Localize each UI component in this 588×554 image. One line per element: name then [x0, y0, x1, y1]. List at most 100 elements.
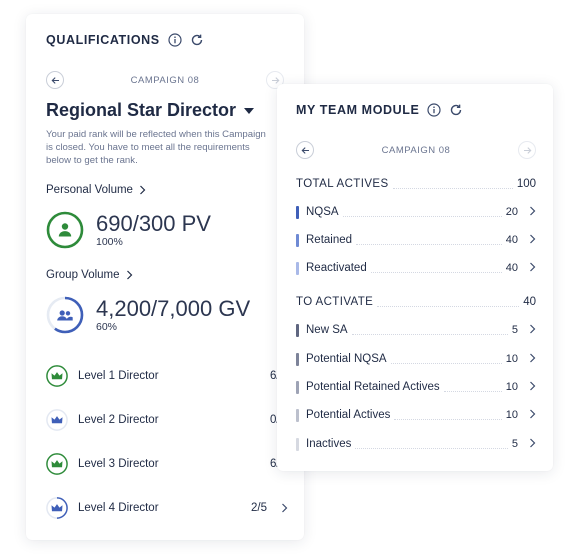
- series-color-bar: [296, 437, 299, 451]
- personal-volume-progress-ring: [46, 211, 84, 249]
- campaign-label: CAMPAIGN 08: [130, 74, 200, 86]
- to-activate-row: TO ACTIVATE 40: [296, 293, 536, 311]
- team-row-label: Potential Retained Actives: [306, 381, 440, 393]
- team-row-value: 5: [511, 324, 518, 336]
- crown-icon: [46, 409, 68, 431]
- total-actives-label: TOTAL ACTIVES: [296, 178, 389, 190]
- level-row[interactable]: Level 1 Director 6/5: [46, 363, 286, 389]
- dotted-leader: [392, 180, 513, 189]
- total-actives-row: TOTAL ACTIVES 100: [296, 175, 536, 193]
- level-label: Level 3 Director: [78, 458, 159, 470]
- dotted-leader: [351, 326, 508, 335]
- series-color-bar: [296, 261, 299, 275]
- personal-volume-label: Personal Volume: [46, 184, 133, 196]
- team-row-value: 10: [505, 381, 518, 393]
- team-row-value: 40: [505, 234, 518, 246]
- arrow-right-icon: [271, 76, 279, 84]
- team-row[interactable]: Retained 40: [296, 231, 536, 249]
- rank-dropdown[interactable]: Regional Star Director: [46, 100, 255, 121]
- qualifications-card: QUALIFICATIONS CAMPAIGN 08 Regional Star…: [26, 14, 304, 540]
- group-volume-link[interactable]: Group Volume: [46, 269, 133, 281]
- group-volume-label: Group Volume: [46, 269, 120, 281]
- dotted-leader: [370, 264, 502, 273]
- team-row-label: NQSA: [306, 206, 339, 218]
- series-color-bar: [296, 233, 299, 247]
- dotted-leader: [342, 208, 502, 217]
- campaign-selector: CAMPAIGN 08: [296, 141, 536, 159]
- chevron-right-icon: [126, 270, 132, 280]
- to-activate-value: 40: [523, 296, 536, 308]
- arrow-right-icon: [523, 146, 531, 154]
- qualifications-title: QUALIFICATIONS: [46, 33, 160, 47]
- personal-volume-link[interactable]: Personal Volume: [46, 184, 146, 196]
- team-row[interactable]: Inactives 5: [296, 435, 536, 453]
- dotted-leader: [443, 383, 502, 392]
- personal-volume-row: 690/300 PV 100%: [46, 211, 211, 249]
- rank-title: Regional Star Director: [46, 100, 237, 120]
- chevron-right-icon: [140, 185, 146, 195]
- campaign-label: CAMPAIGN 08: [381, 144, 451, 156]
- personal-volume-percent: 100%: [96, 236, 123, 248]
- dotted-leader: [356, 236, 502, 245]
- level-count: 2/5: [251, 502, 267, 514]
- team-row[interactable]: Reactivated 40: [296, 259, 536, 277]
- to-activate-label: TO ACTIVATE: [296, 296, 374, 308]
- team-row[interactable]: Potential Actives 10: [296, 406, 536, 424]
- team-row-label: Potential NQSA: [306, 353, 387, 365]
- chevron-right-icon: [522, 378, 536, 396]
- level-label: Level 2 Director: [78, 414, 159, 426]
- team-module-card: MY TEAM MODULE CAMPAIGN 08 TOTAL ACTIVES…: [277, 84, 553, 471]
- level-label: Level 4 Director: [78, 502, 159, 514]
- group-volume-value: 4,200/7,000 GV: [96, 296, 251, 321]
- next-campaign-button[interactable]: [518, 141, 536, 159]
- group-volume-percent: 60%: [96, 321, 118, 333]
- level-row[interactable]: Level 4 Director 2/5: [46, 495, 288, 521]
- dotted-leader: [355, 440, 508, 449]
- series-color-bar: [296, 323, 299, 337]
- personal-volume-value: 690/300 PV: [96, 211, 211, 236]
- team-row[interactable]: Potential NQSA 10: [296, 350, 536, 368]
- team-row-label: Reactivated: [306, 262, 367, 274]
- info-icon[interactable]: [168, 33, 182, 47]
- info-icon[interactable]: [427, 103, 442, 117]
- team-row[interactable]: Potential Retained Actives 10: [296, 378, 536, 396]
- team-row-value: 40: [505, 262, 518, 274]
- prev-campaign-button[interactable]: [296, 141, 314, 159]
- qualifications-header: QUALIFICATIONS: [46, 33, 204, 47]
- dotted-leader: [394, 411, 502, 420]
- chevron-right-icon: [522, 259, 536, 277]
- level-row[interactable]: Level 2 Director 0/1: [46, 407, 286, 433]
- crown-icon: [46, 453, 68, 475]
- refresh-icon[interactable]: [449, 103, 463, 117]
- team-row[interactable]: New SA 5: [296, 321, 536, 339]
- team-module-title: MY TEAM MODULE: [296, 103, 420, 117]
- chevron-right-icon: [522, 435, 536, 453]
- prev-campaign-button[interactable]: [46, 71, 64, 89]
- campaign-selector: CAMPAIGN 08: [46, 71, 284, 89]
- arrow-left-icon: [51, 76, 59, 84]
- team-module-header: MY TEAM MODULE: [296, 103, 463, 117]
- arrow-left-icon: [301, 146, 309, 154]
- group-volume-row: 4,200/7,000 GV 60%: [46, 296, 250, 334]
- total-actives-value: 100: [516, 178, 536, 190]
- crown-icon: [46, 497, 68, 519]
- person-icon: [58, 223, 72, 237]
- level-label: Level 1 Director: [78, 370, 159, 382]
- level-row[interactable]: Level 3 Director 6/5: [46, 451, 286, 477]
- group-volume-progress-ring: [46, 296, 84, 334]
- team-row-value: 10: [505, 353, 518, 365]
- chevron-right-icon: [522, 406, 536, 424]
- chevron-right-icon: [522, 203, 536, 221]
- dotted-leader: [390, 355, 502, 364]
- team-row-value: 10: [505, 409, 518, 421]
- caret-down-icon: [244, 107, 255, 114]
- team-row-value: 5: [511, 438, 518, 450]
- rank-description: Your paid rank will be reflected when th…: [46, 129, 266, 166]
- refresh-icon[interactable]: [190, 33, 204, 47]
- team-row-label: Potential Actives: [306, 409, 391, 421]
- series-color-bar: [296, 380, 299, 394]
- crown-icon: [46, 365, 68, 387]
- series-color-bar: [296, 205, 299, 219]
- team-row[interactable]: NQSA 20: [296, 203, 536, 221]
- team-row-label: Inactives: [306, 438, 352, 450]
